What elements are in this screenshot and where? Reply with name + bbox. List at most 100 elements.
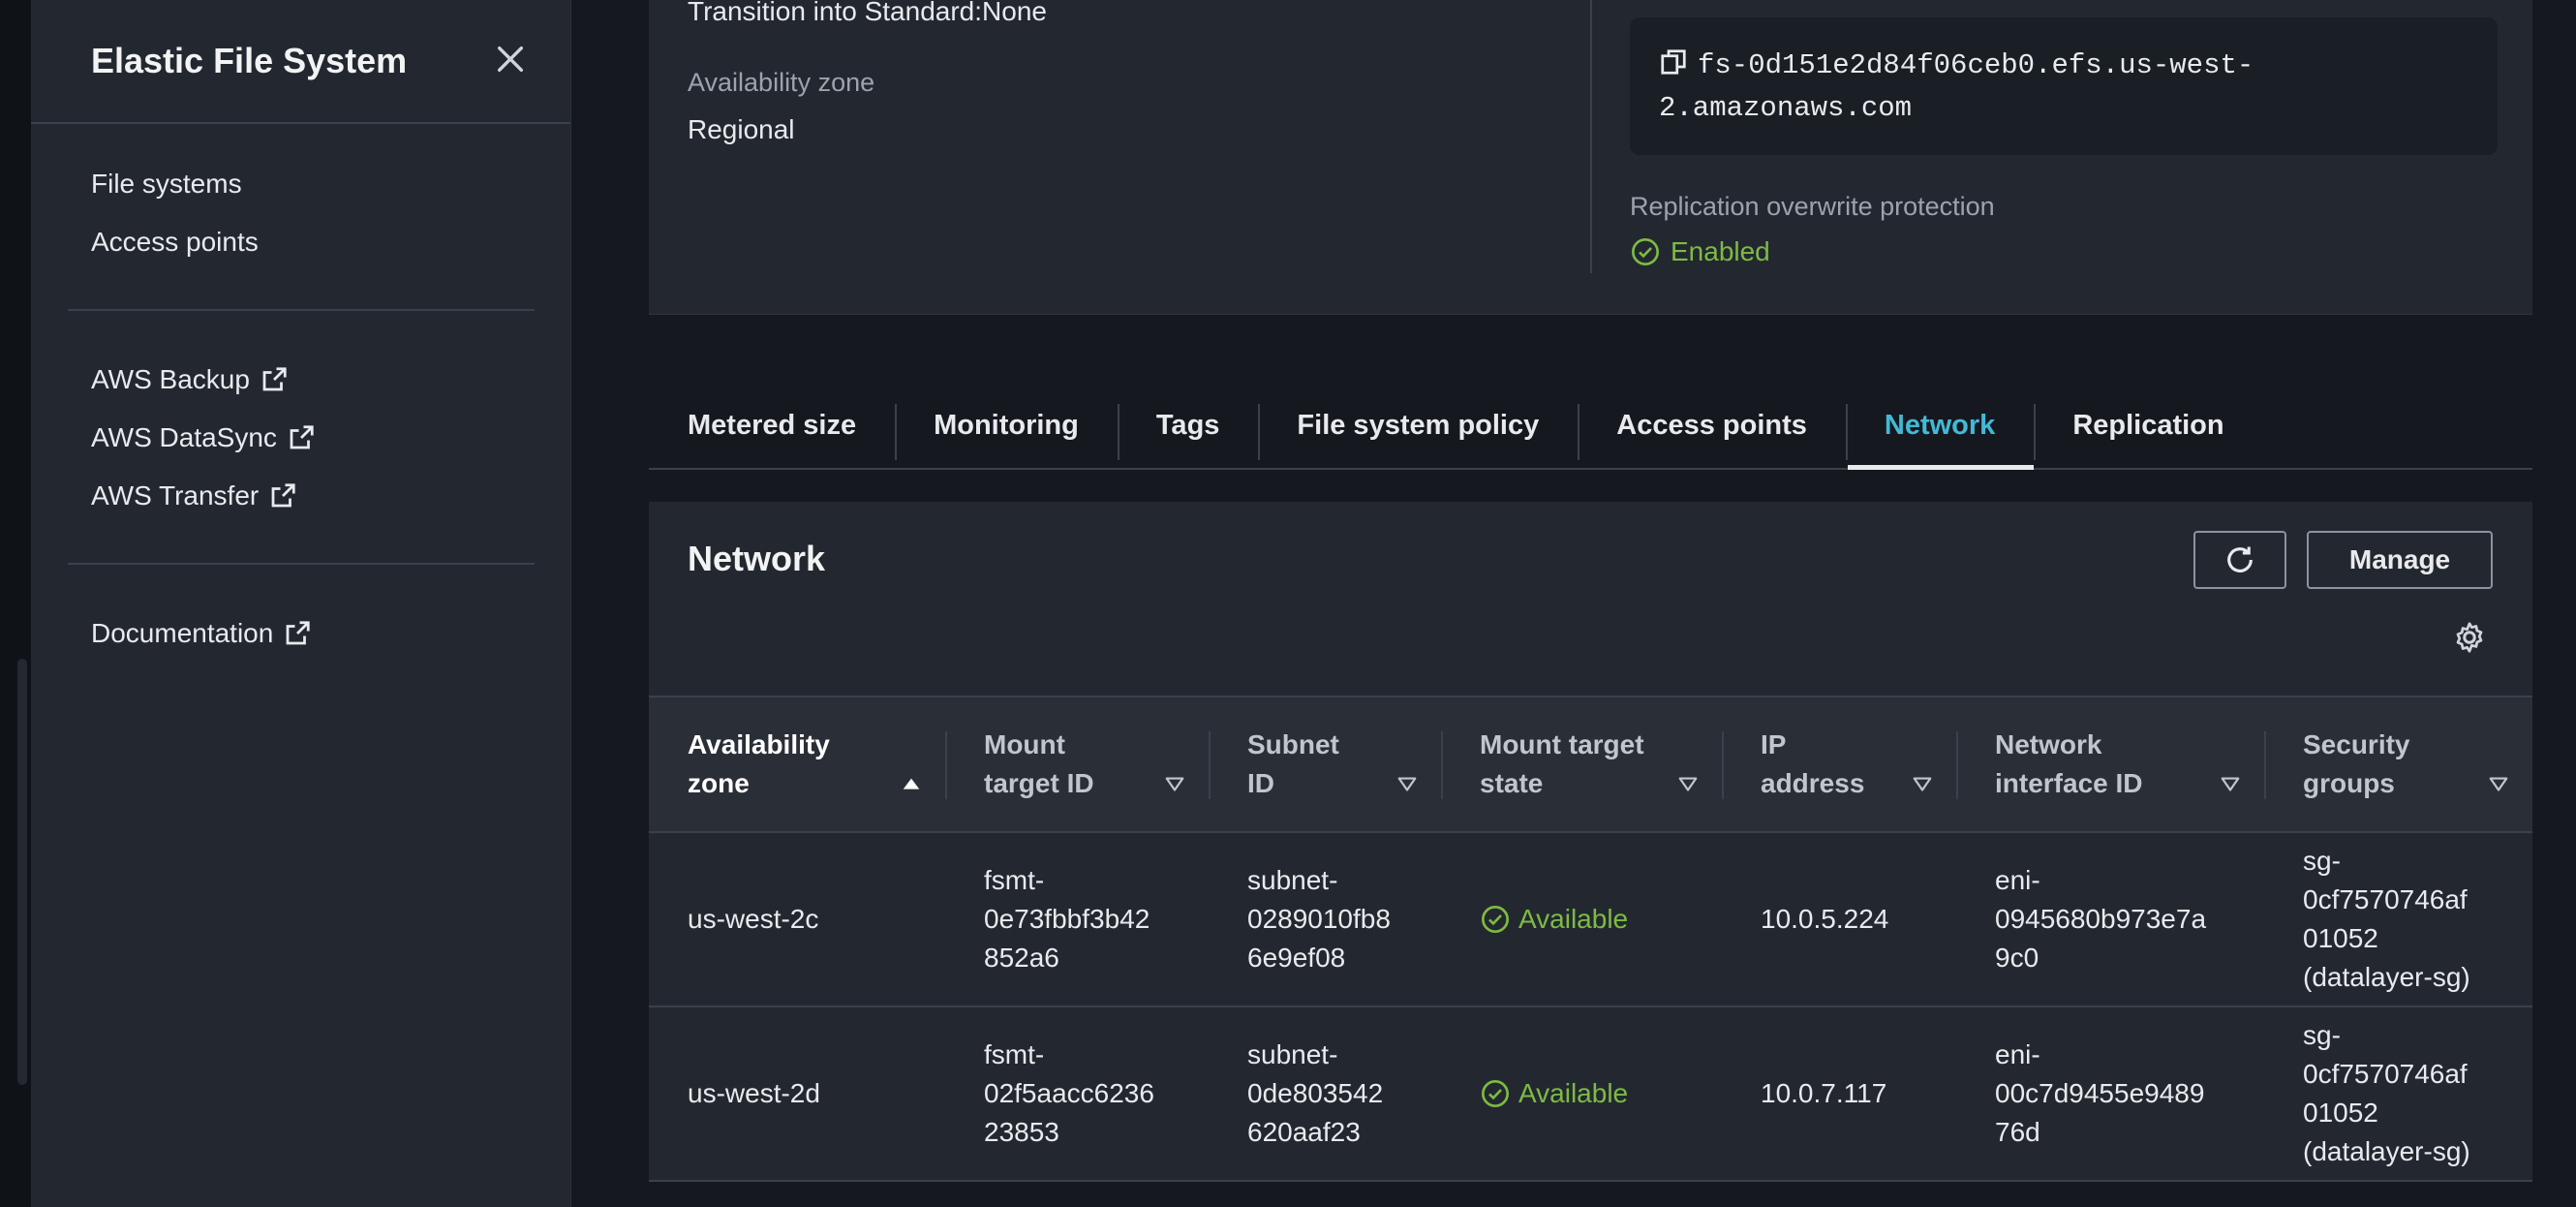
sidebar-item-aws-transfer[interactable]: AWS Transfer <box>91 467 316 525</box>
cell-security-groups: sg- 0cf7570746af 01052 (datalayer-sg) <box>2303 846 2470 992</box>
mount-targets-table: Availability zone Mount target ID Subnet ID… <box>649 696 2532 1182</box>
cell-mount-target-id: fsmt- 02f5aacc6236 23853 <box>984 1039 1154 1147</box>
sidebar-item-label: AWS DataSync <box>91 422 277 452</box>
sidebar-item-file-systems[interactable]: File systems <box>91 155 259 213</box>
cell-security-groups: sg- 0cf7570746af 01052 (datalayer-sg) <box>2303 1020 2470 1166</box>
sort-caret-down-icon[interactable] <box>1164 774 1185 795</box>
replication-protection-value: Enabled <box>1671 236 1770 266</box>
sidebar-item-label: File systems <box>91 169 242 199</box>
sidebar-nav-docs: Documentation <box>91 604 312 663</box>
sidebar-item-aws-datasync[interactable]: AWS DataSync <box>91 409 316 467</box>
cell-network-interface-id: eni- 0945680b973e7a 9c0 <box>1995 865 2207 973</box>
copy-icon[interactable] <box>1659 47 1688 77</box>
table-header-row: Availability zone Mount target ID Subnet ID… <box>649 696 2532 832</box>
scrollbar[interactable] <box>17 659 27 1085</box>
external-link-icon <box>286 621 310 645</box>
tab-tags[interactable]: Tags <box>1117 383 1259 468</box>
tab-access-points[interactable]: Access points <box>1578 383 1846 468</box>
page-edge <box>0 0 31 1207</box>
table-row: us-west-2d fsmt- 02f5aacc6236 23853 subnet… <box>649 1006 2532 1181</box>
column-header-availability-zone[interactable]: Availability zone <box>649 696 945 832</box>
tab-label: Network <box>1884 409 1996 441</box>
tab-metered-size[interactable]: Metered size <box>649 383 895 468</box>
sidebar-nav-primary: File systems Access points <box>91 155 259 271</box>
sort-caret-down-icon[interactable] <box>1677 774 1699 795</box>
tab-label: Metered size <box>688 409 857 441</box>
sidebar-title: Elastic File System <box>91 41 408 80</box>
transition-value: None <box>982 0 1047 26</box>
file-system-details-panel: Transition into Standard:None Availabili… <box>649 0 2532 315</box>
cell-subnet-id: subnet- 0289010fb8 6e9ef08 <box>1247 865 1391 973</box>
tab-label: Replication <box>2072 409 2224 441</box>
table-row: us-west-2c fsmt- 0e73fbbf3b42 852a6 subnet… <box>649 832 2532 1006</box>
tab-replication[interactable]: Replication <box>2034 383 2262 468</box>
network-title: Network <box>688 539 826 578</box>
detail-tabs: Metered size Monitoring Tags File system… <box>649 383 2532 470</box>
availability-zone-label: Availability zone <box>688 68 875 97</box>
sidebar-item-documentation[interactable]: Documentation <box>91 604 312 663</box>
sidebar-divider <box>68 309 535 311</box>
sidebar-item-access-points[interactable]: Access points <box>91 213 259 271</box>
sort-ascending-icon[interactable] <box>901 774 922 795</box>
network-panel: Network Manage Availability zone Mount t… <box>649 502 2532 1182</box>
cell-mount-target-state: Available <box>1441 832 1722 1006</box>
dns-name-box: fs-0d151e2d84f06ceb0.efs.us-west- 2.amaz… <box>1630 17 2498 155</box>
manage-button[interactable]: Manage <box>2307 531 2493 589</box>
refresh-button[interactable] <box>2193 531 2286 589</box>
close-icon[interactable] <box>494 43 527 76</box>
sort-caret-down-icon[interactable] <box>1912 774 1933 795</box>
sidebar-nav-external: AWS Backup AWS DataSync AWS Transfer <box>91 351 316 525</box>
side-navigation: Elastic File System File systems Access … <box>31 0 571 1207</box>
sidebar-divider <box>68 563 535 565</box>
external-link-icon <box>271 483 295 508</box>
tab-monitoring[interactable]: Monitoring <box>895 383 1118 468</box>
dns-name-line2: 2.amazonaws.com <box>1659 92 1913 124</box>
refresh-icon <box>2227 546 2253 573</box>
main-content: Transition into Standard:None Availabili… <box>649 0 2532 1207</box>
cell-mount-target-id: fsmt- 0e73fbbf3b42 852a6 <box>984 865 1150 973</box>
gear-icon[interactable] <box>2452 620 2487 655</box>
external-link-icon <box>290 425 314 449</box>
column-header-network-interface-id[interactable]: Network interface ID <box>1956 696 2264 832</box>
sort-caret-down-icon[interactable] <box>2488 774 2509 795</box>
tab-label: Tags <box>1155 409 1220 441</box>
check-circle-icon <box>1482 1080 1509 1107</box>
cell-mount-target-state: Available <box>1441 1006 1722 1181</box>
cell-ip-address: 10.0.5.224 <box>1761 904 1889 934</box>
tab-label: File system policy <box>1297 409 1540 441</box>
external-link-icon <box>262 367 287 391</box>
column-divider <box>1590 0 1592 273</box>
sort-caret-down-icon[interactable] <box>1396 774 1418 795</box>
cell-subnet-id: subnet- 0de803542 620aaf23 <box>1247 1039 1384 1147</box>
cell-availability-zone: us-west-2c <box>688 904 819 934</box>
sort-caret-down-icon[interactable] <box>2220 774 2241 795</box>
status-available: Available <box>1518 1078 1629 1108</box>
sidebar-item-aws-backup[interactable]: AWS Backup <box>91 351 316 409</box>
check-circle-icon <box>1482 906 1509 933</box>
column-header-mount-target-state[interactable]: Mount target state <box>1441 696 1722 832</box>
transition-label: Transition into Standard: <box>688 0 983 26</box>
tab-network[interactable]: Network <box>1845 383 2035 470</box>
sidebar-header: Elastic File System <box>31 0 570 124</box>
sidebar-item-label: Documentation <box>91 618 274 648</box>
column-header-ip-address[interactable]: IP address <box>1722 696 1956 832</box>
cell-network-interface-id: eni- 00c7d9455e9489 76d <box>1995 1039 2205 1147</box>
status-available: Available <box>1518 904 1629 934</box>
sidebar-item-label: Access points <box>91 227 259 257</box>
sidebar-item-label: AWS Backup <box>91 364 250 394</box>
column-header-subnet-id[interactable]: Subnet ID <box>1209 696 1441 832</box>
column-header-mount-target-id[interactable]: Mount target ID <box>945 696 1209 832</box>
tab-label: Access points <box>1616 409 1807 441</box>
cell-ip-address: 10.0.7.117 <box>1761 1078 1887 1108</box>
availability-zone-value: Regional <box>688 114 795 144</box>
tab-file-system-policy[interactable]: File system policy <box>1258 383 1578 468</box>
tab-label: Monitoring <box>934 409 1079 441</box>
sidebar-item-label: AWS Transfer <box>91 480 260 511</box>
column-header-security-groups[interactable]: Security groups <box>2264 696 2532 832</box>
cell-availability-zone: us-west-2d <box>688 1078 820 1108</box>
replication-protection-status: Enabled <box>1630 236 1770 267</box>
replication-protection-label: Replication overwrite protection <box>1630 192 1995 221</box>
dns-name-line1: fs-0d151e2d84f06ceb0.efs.us-west- <box>1698 49 2254 81</box>
check-circle-icon <box>1632 238 1659 265</box>
transition-row: Transition into Standard:None <box>688 0 1047 27</box>
